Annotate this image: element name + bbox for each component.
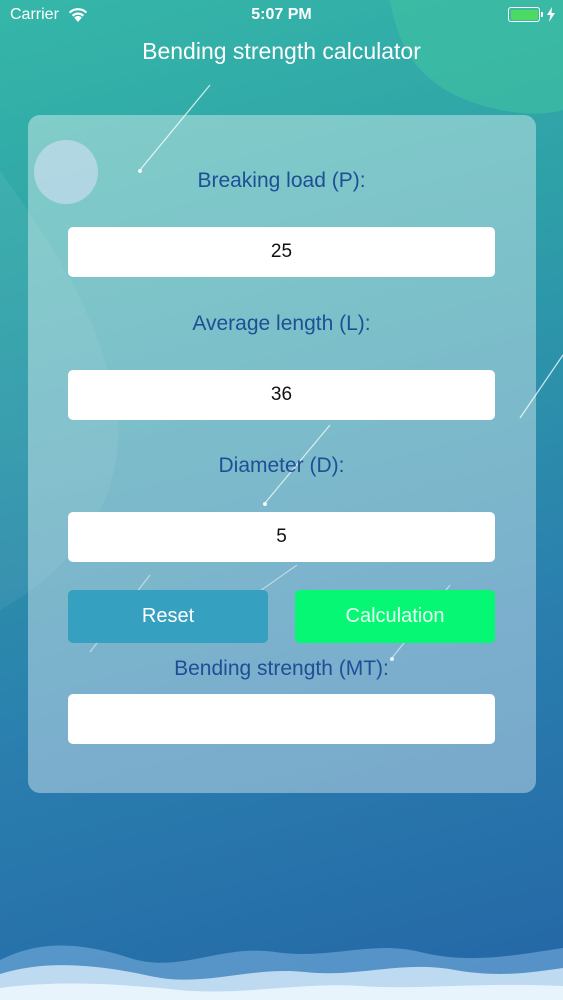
calculation-button[interactable]: Calculation bbox=[295, 590, 495, 643]
charging-bolt-icon bbox=[547, 7, 555, 22]
status-time: 5:07 PM bbox=[251, 6, 312, 23]
average-length-input[interactable] bbox=[68, 370, 495, 420]
battery-icon bbox=[508, 7, 543, 22]
bending-strength-label: Bending strength (MT): bbox=[174, 657, 389, 680]
status-bar: Carrier 5:07 PM bbox=[0, 0, 563, 30]
diameter-label: Diameter (D): bbox=[218, 454, 345, 477]
average-length-label: Average length (L): bbox=[192, 312, 371, 335]
breaking-load-input[interactable] bbox=[68, 227, 495, 277]
diameter-input[interactable] bbox=[68, 512, 495, 562]
bending-strength-output[interactable] bbox=[68, 694, 495, 744]
breaking-load-label: Breaking load (P): bbox=[197, 169, 366, 192]
reset-button[interactable]: Reset bbox=[68, 590, 268, 643]
page-title: Bending strength calculator bbox=[142, 38, 421, 64]
wave-decoration bbox=[0, 945, 563, 1000]
